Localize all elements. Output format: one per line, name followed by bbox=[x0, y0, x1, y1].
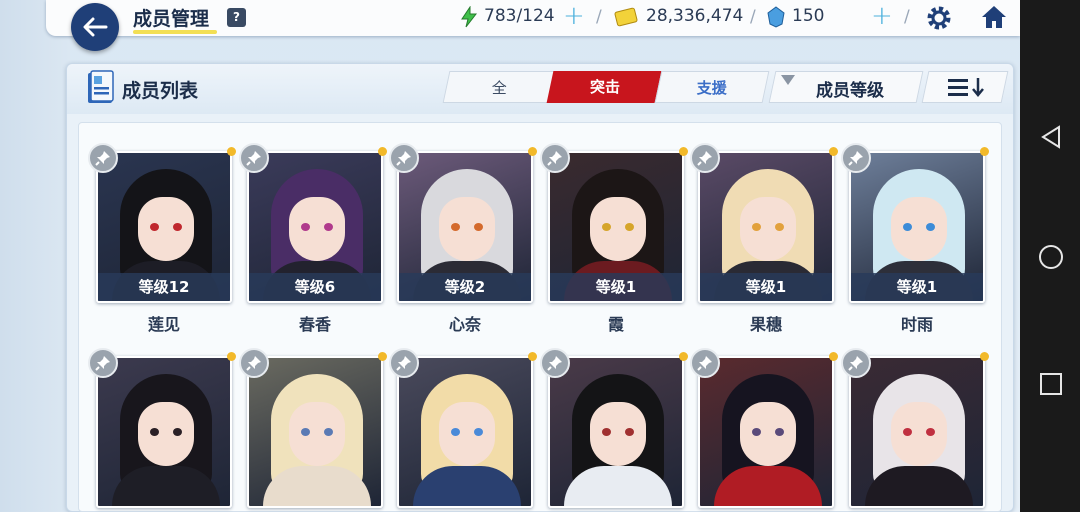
member-name: 心奈 bbox=[448, 315, 481, 334]
pin-icon[interactable] bbox=[389, 143, 419, 173]
notification-dot bbox=[829, 352, 838, 361]
member-card[interactable]: 等级1 bbox=[690, 143, 838, 303]
member-level: 等级1 bbox=[550, 273, 682, 301]
member-level: 等级1 bbox=[700, 273, 832, 301]
member-portrait: 等级12 bbox=[96, 151, 232, 303]
member-portrait bbox=[247, 356, 383, 508]
help-button[interactable]: ? bbox=[227, 8, 246, 27]
add-stamina-button[interactable]: + bbox=[563, 2, 585, 30]
notification-dot bbox=[980, 147, 989, 156]
filter-support-tab[interactable]: 支援 bbox=[654, 71, 770, 103]
credit-card-icon bbox=[614, 7, 638, 27]
back-arrow-icon bbox=[83, 17, 108, 37]
system-home-icon[interactable] bbox=[1038, 244, 1064, 270]
pin-icon[interactable] bbox=[88, 348, 118, 378]
notification-dot bbox=[227, 147, 236, 156]
system-back-icon[interactable] bbox=[1038, 124, 1064, 150]
member-list-icon bbox=[88, 70, 114, 103]
member-portrait bbox=[96, 356, 232, 508]
member-card[interactable]: 等级1 bbox=[540, 143, 688, 303]
member-card[interactable] bbox=[88, 348, 236, 508]
home-icon[interactable] bbox=[980, 4, 1008, 30]
member-level: 等级12 bbox=[98, 273, 230, 301]
back-button[interactable] bbox=[71, 3, 119, 51]
stamina-value: 783/124 bbox=[484, 6, 555, 26]
member-card[interactable] bbox=[239, 348, 387, 508]
member-portrait: 等级1 bbox=[548, 151, 684, 303]
pin-icon[interactable] bbox=[690, 348, 720, 378]
member-portrait bbox=[548, 356, 684, 508]
member-card[interactable]: 等级6 bbox=[239, 143, 387, 303]
member-card[interactable]: 等级12 bbox=[88, 143, 236, 303]
title-underline bbox=[133, 30, 217, 34]
panel-title: 成员列表 bbox=[122, 80, 199, 102]
member-name: 霞 bbox=[607, 315, 624, 334]
member-portrait bbox=[397, 356, 533, 508]
system-navigation-bar bbox=[1020, 0, 1080, 512]
member-portrait: 等级2 bbox=[397, 151, 533, 303]
member-portrait: 等级6 bbox=[247, 151, 383, 303]
notification-dot bbox=[829, 147, 838, 156]
notification-dot bbox=[378, 147, 387, 156]
divider: / bbox=[596, 7, 602, 27]
member-portrait bbox=[698, 356, 834, 508]
pin-icon[interactable] bbox=[239, 348, 269, 378]
member-card[interactable] bbox=[389, 348, 537, 508]
member-portrait bbox=[849, 356, 985, 508]
page-title: 成员管理 bbox=[133, 8, 210, 30]
member-portrait: 等级1 bbox=[698, 151, 834, 303]
notification-dot bbox=[679, 147, 688, 156]
pin-icon[interactable] bbox=[88, 143, 118, 173]
background-strip bbox=[0, 0, 70, 512]
notification-dot bbox=[980, 352, 989, 361]
notification-dot bbox=[227, 352, 236, 361]
member-card[interactable]: 等级1 bbox=[841, 143, 989, 303]
member-portrait: 等级1 bbox=[849, 151, 985, 303]
member-name: 春香 bbox=[298, 315, 331, 334]
dropdown-triangle-icon bbox=[781, 75, 795, 85]
member-level: 等级1 bbox=[851, 273, 983, 301]
pin-icon[interactable] bbox=[389, 348, 419, 378]
filter-all-tab[interactable]: 全 bbox=[442, 71, 558, 103]
member-card[interactable] bbox=[540, 348, 688, 508]
notification-dot bbox=[528, 147, 537, 156]
credits-value: 28,336,474 bbox=[646, 6, 744, 26]
pin-icon[interactable] bbox=[540, 143, 570, 173]
lightning-icon bbox=[461, 6, 478, 28]
notification-dot bbox=[679, 352, 688, 361]
member-card[interactable]: 等级2 bbox=[389, 143, 537, 303]
member-name: 莲见 bbox=[147, 315, 180, 334]
gem-icon bbox=[767, 6, 785, 28]
pin-icon[interactable] bbox=[841, 348, 871, 378]
gems-value: 150 bbox=[792, 6, 825, 26]
notification-dot bbox=[528, 352, 537, 361]
sort-criteria-label: 成员等级 bbox=[816, 81, 884, 101]
pin-icon[interactable] bbox=[690, 143, 720, 173]
sort-descending-icon bbox=[948, 78, 984, 97]
pin-icon[interactable] bbox=[540, 348, 570, 378]
member-card[interactable] bbox=[690, 348, 838, 508]
system-recent-apps-icon[interactable] bbox=[1038, 371, 1064, 397]
add-gems-button[interactable]: + bbox=[871, 2, 893, 30]
member-level: 等级2 bbox=[399, 273, 531, 301]
gear-icon[interactable] bbox=[926, 5, 952, 31]
member-name: 果穗 bbox=[749, 315, 782, 334]
pin-icon[interactable] bbox=[239, 143, 269, 173]
member-level: 等级6 bbox=[249, 273, 381, 301]
divider: / bbox=[904, 7, 910, 27]
notification-dot bbox=[378, 352, 387, 361]
member-card[interactable] bbox=[841, 348, 989, 508]
filter-assault-tab[interactable]: 突击 bbox=[546, 71, 664, 103]
divider: / bbox=[750, 7, 756, 27]
member-name: 时雨 bbox=[900, 315, 933, 334]
pin-icon[interactable] bbox=[841, 143, 871, 173]
